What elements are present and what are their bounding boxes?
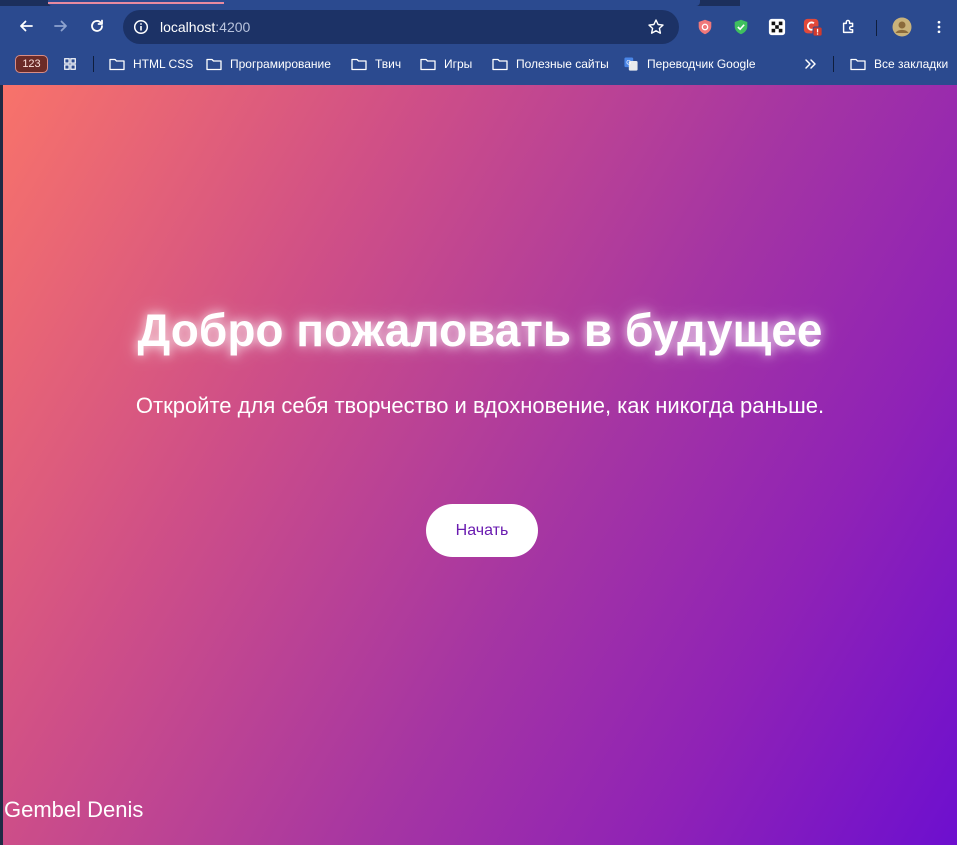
bookmarks-badge[interactable]: 123 (15, 55, 48, 73)
toolbar-divider (876, 20, 877, 36)
chevron-double-right-icon (805, 59, 816, 69)
puzzle-icon (842, 19, 854, 34)
bookmark-label: Полезные сайты (516, 57, 609, 71)
bookmark-folder-programming[interactable]: Програмирование (206, 54, 331, 74)
forward-button[interactable] (47, 12, 75, 40)
bookmark-folder-games[interactable]: Игры (420, 54, 472, 74)
folder-icon (206, 58, 222, 71)
bookmark-label: Твич (375, 57, 402, 71)
folder-icon (420, 58, 436, 71)
star-icon[interactable] (647, 18, 665, 36)
apps-grid-icon (64, 58, 76, 70)
all-bookmarks-label: Все закладки (874, 57, 949, 71)
address-bar[interactable]: localhost:4200 (123, 10, 679, 44)
extension-alert[interactable] (803, 17, 823, 37)
back-button[interactable] (12, 12, 40, 40)
extension-shield-icon (698, 19, 712, 35)
menu-icon (937, 20, 941, 34)
forward-icon (54, 20, 67, 32)
bookmark-label: HTML CSS (133, 57, 194, 71)
extension-checker[interactable] (767, 17, 787, 37)
reload-icon (91, 19, 103, 32)
profile-button[interactable] (892, 17, 912, 37)
extension-shield[interactable] (695, 17, 715, 37)
extension-check-icon (734, 19, 748, 35)
toolbar: localhost:4200 (0, 6, 957, 48)
tab-loading-indicator (48, 2, 224, 4)
bookmark-folder-html-css[interactable]: HTML CSS (109, 54, 193, 74)
bookmark-google-translate[interactable]: G Переводчик Google (623, 54, 756, 74)
bookmark-label: Програмирование (230, 57, 331, 71)
all-bookmarks-folder[interactable]: Все закладки (850, 54, 948, 74)
google-translate-icon: G (624, 57, 638, 71)
svg-text:G: G (626, 59, 631, 66)
extension-alert-icon (803, 18, 823, 37)
bookmarks-divider (833, 56, 834, 72)
bookmarks-divider (93, 56, 94, 72)
more-bookmarks-button[interactable] (803, 54, 819, 74)
folder-icon (492, 58, 508, 71)
avatar (892, 17, 912, 37)
extension-checker-icon (768, 18, 786, 36)
url-port: :4200 (215, 19, 251, 35)
url-text[interactable]: localhost:4200 (160, 19, 250, 35)
folder-icon (351, 58, 367, 71)
hero-title: Добро пожаловать в будущее (137, 304, 823, 356)
back-icon (20, 20, 33, 32)
site-info-icon[interactable] (133, 19, 149, 35)
folder-icon (109, 58, 125, 71)
hero-subtitle: Откройте для себя творчество и вдохновен… (135, 393, 825, 418)
reload-button[interactable] (83, 12, 111, 40)
start-button[interactable]: Начать (426, 504, 538, 557)
bookmark-folder-twitch[interactable]: Твич (351, 54, 401, 74)
bookmarks-bar: 123 HTML CSS Програмирование Твич Игры П… (0, 48, 957, 80)
folder-icon (850, 58, 866, 71)
extensions-button[interactable] (839, 17, 859, 37)
apps-button[interactable] (62, 54, 78, 74)
bookmark-label: Переводчик Google (647, 57, 756, 71)
author-name: Gembel Denis (4, 797, 144, 822)
browser-chrome: localhost:4200 123 HTML CSS Програмирова… (0, 0, 957, 85)
extension-check[interactable] (731, 17, 751, 37)
menu-button[interactable] (929, 17, 949, 37)
url-host: localhost (160, 19, 216, 35)
bookmark-folder-useful-sites[interactable]: Полезные сайты (492, 54, 609, 74)
bookmark-label: Игры (444, 57, 473, 71)
hero-section: Добро пожаловать в будущее Откройте для … (3, 85, 957, 845)
